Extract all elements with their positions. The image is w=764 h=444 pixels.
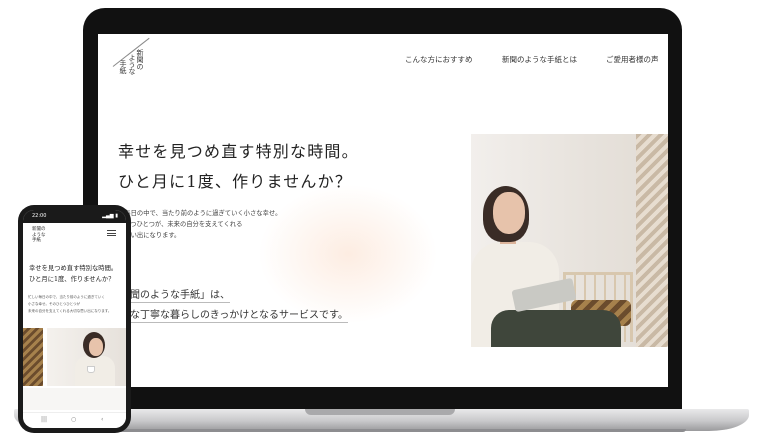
phone-status-bar: 22:00 ▂▄▆ ▮ (23, 210, 126, 223)
hero-title: ひと月に1度、作りませんか？ (118, 172, 353, 191)
signal-battery-icon: ▂▄▆ ▮ (102, 213, 118, 219)
photo-shirt (75, 356, 115, 386)
phone-hero-description: 小さな幸せ。そのひとつひとつが (28, 302, 81, 306)
logo-text-line: ような (128, 54, 136, 75)
hero-background-glow (258, 184, 438, 324)
nav-link-about[interactable]: 新聞のような手紙とは (502, 54, 577, 65)
phone-hero-description: 未来の自分を支えてくれる大切な思い出になります。 (28, 309, 112, 313)
back-icon[interactable]: ‹ (101, 416, 103, 423)
hero-photo-woman-reading (471, 134, 668, 347)
photo-face (493, 192, 525, 234)
photo-skirt (491, 310, 621, 347)
phone-hero-description: 忙しい毎日の中で、当たり前のように過ぎていく (28, 295, 105, 299)
hero-description: い毎日の中で、当たり前のように過ぎていく小さな幸せ。 (118, 210, 282, 217)
recent-apps-icon[interactable]: ||| (41, 416, 47, 423)
phone-hero-photo (47, 328, 126, 386)
site-logo[interactable]: 新聞の ような 手紙 (109, 37, 150, 90)
photo-face (89, 338, 103, 356)
hamburger-menu-icon[interactable] (107, 230, 116, 236)
hero-title: 幸せを見つめ直す特別な時間。 (118, 142, 359, 161)
hero-tagline: んな丁寧な暮らしのきっかけとなるサービスです。 (120, 306, 348, 323)
logo-text-line: 新聞の (32, 227, 46, 232)
logo-text-line: 手紙 (32, 238, 41, 243)
laptop-screen: 新聞の ような 手紙 こんな方におすすめ 新聞のような手紙とは ご愛用者様の声 … (98, 34, 668, 387)
nav-link-testimonials[interactable]: ご愛用者様の声 (606, 54, 659, 65)
photo-cup (87, 366, 95, 373)
phone-hero-title: 幸せを見つめ直す特別な時間。 (29, 265, 118, 272)
phone-clock: 22:00 (32, 213, 47, 219)
photo-curtain (636, 134, 668, 347)
phone-nav-bar: ||| ○ ‹ (23, 412, 126, 428)
hero-tagline: 新聞のような手紙」は、 (120, 286, 230, 303)
laptop-foot (80, 429, 686, 432)
nav-link-recommend[interactable]: こんな方におすすめ (405, 54, 473, 65)
phone-next-section (23, 388, 126, 410)
phone-screen: 22:00 ▂▄▆ ▮ 新聞の ような 手紙 幸せを見つめ直す特別な時間。 ひと… (23, 210, 126, 428)
hero-description: ひとつひとつが、未来の自分を支えてくれる (118, 221, 243, 228)
home-icon[interactable]: ○ (71, 416, 76, 423)
logo-text-line: 新聞の (136, 49, 144, 70)
laptop-notch (305, 409, 455, 415)
phone-site-logo[interactable]: 新聞の ような 手紙 (32, 227, 46, 244)
phone-photo-cushion (23, 328, 43, 386)
phone-hero-title: ひと月に1度、作りませんか？ (29, 276, 115, 283)
